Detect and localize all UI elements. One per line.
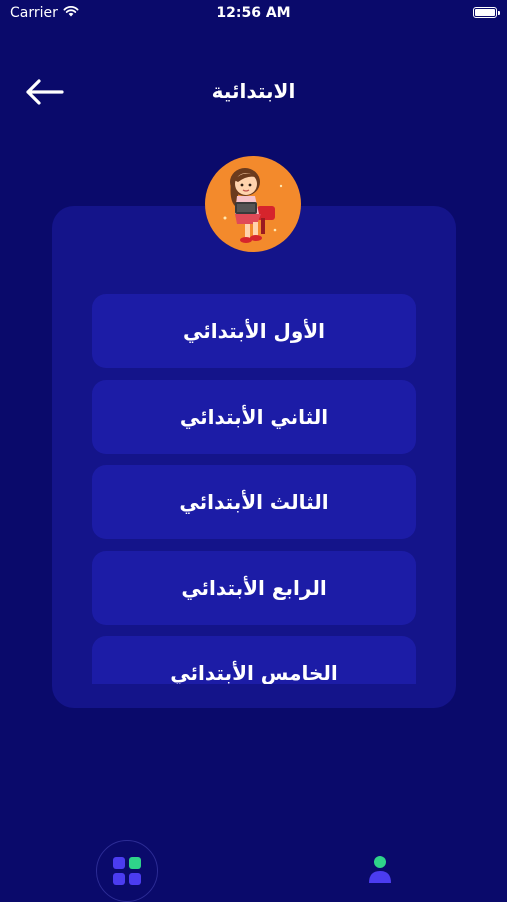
grade-item-second[interactable]: الثاني الأبتدائي xyxy=(92,379,416,454)
page-title: الابتدائية xyxy=(211,79,296,103)
grade-item-fourth[interactable]: الرابع الأبتدائي xyxy=(92,550,416,625)
nav-home-button[interactable] xyxy=(96,840,158,902)
grade-item-first[interactable]: الأول الأبتدائي xyxy=(92,294,416,368)
battery-icon xyxy=(473,7,500,18)
grade-item-third[interactable]: الثالث الأبتدائي xyxy=(92,465,416,539)
status-bar: Carrier 12:56 AM xyxy=(0,0,507,28)
grid-icon xyxy=(113,857,141,885)
clock: 12:56 AM xyxy=(216,5,291,21)
grades-list[interactable]: الأول الأبتدائي الثاني الأبتدائي الثالث … xyxy=(92,294,416,684)
student-girl-illustration xyxy=(223,168,283,243)
student-avatar xyxy=(205,156,301,252)
nav-profile-button[interactable] xyxy=(360,848,400,892)
user-icon xyxy=(369,856,391,883)
grade-item-fifth[interactable]: الخامس الأبتدائي xyxy=(92,636,416,684)
